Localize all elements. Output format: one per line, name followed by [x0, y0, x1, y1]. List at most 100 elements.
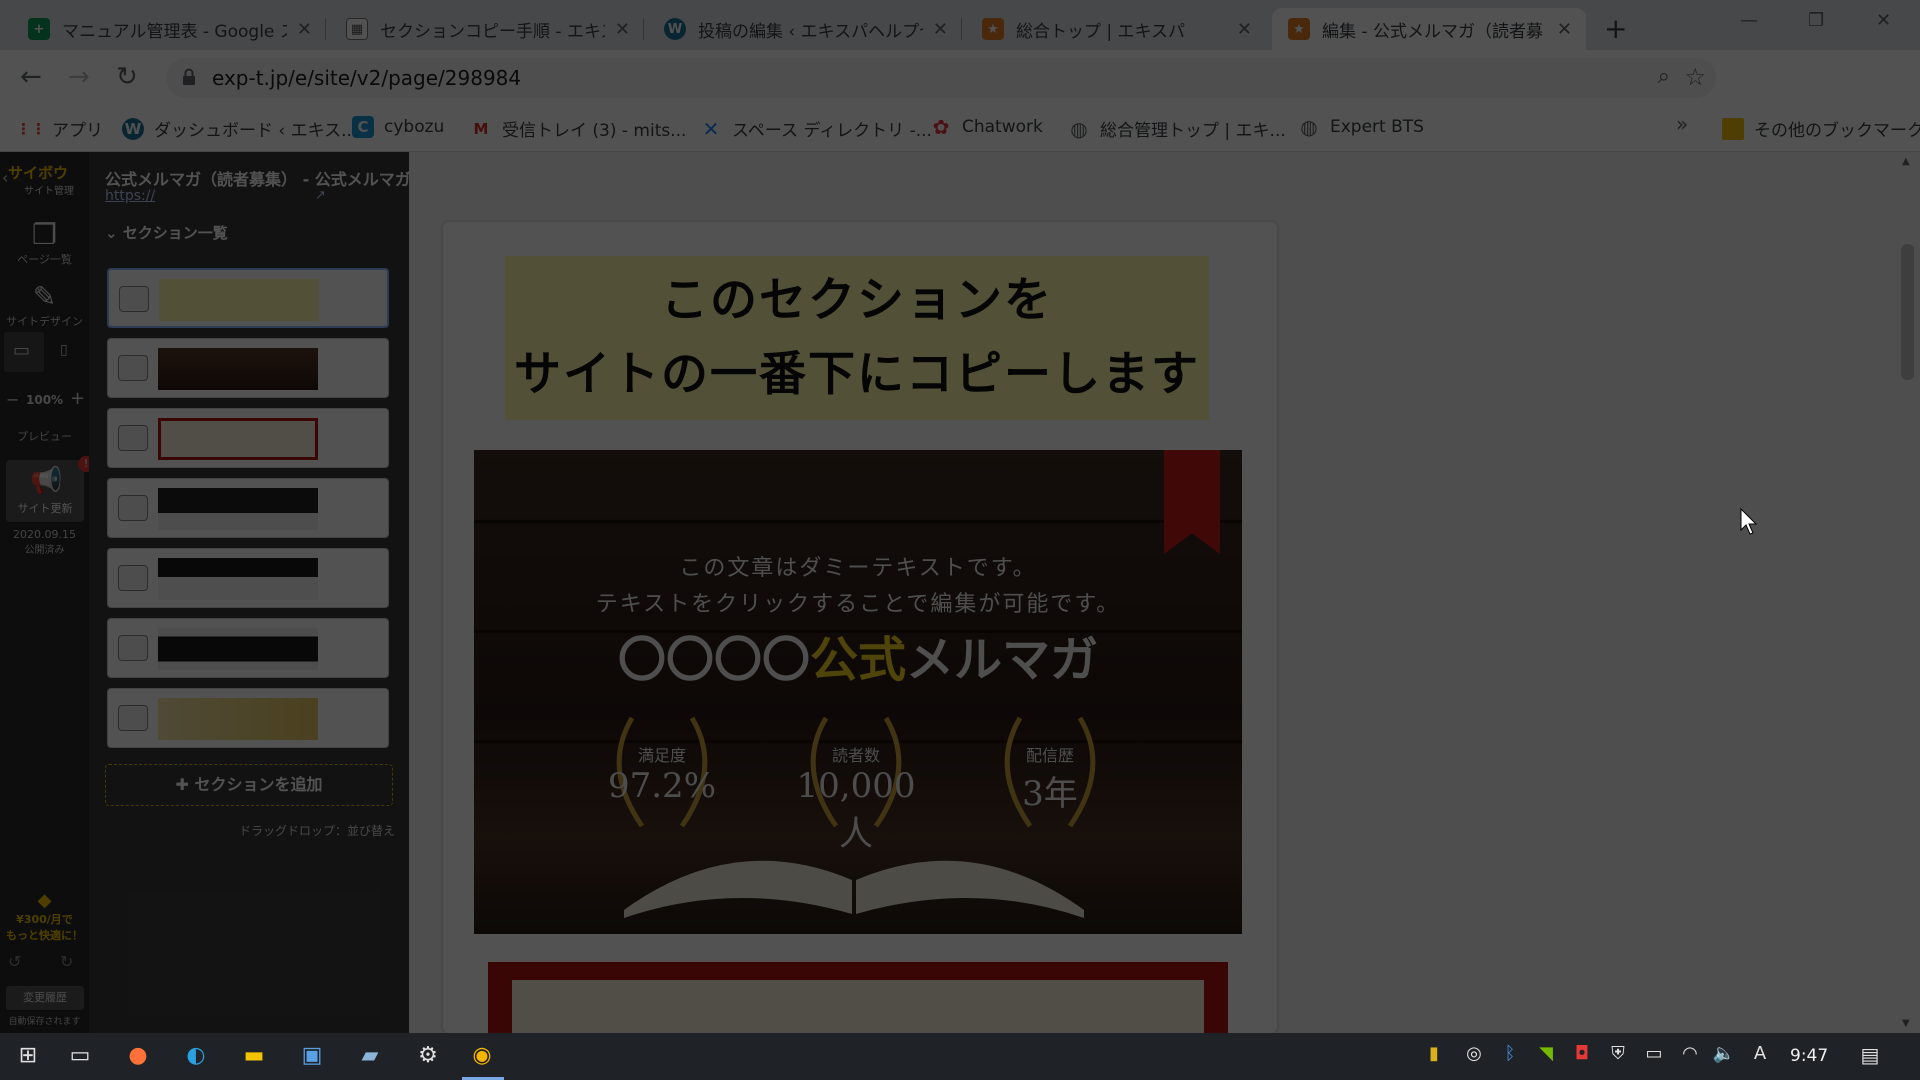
certificate-frame: [512, 980, 1204, 1033]
scrollbar[interactable]: ▲ ▼: [1895, 152, 1920, 1033]
hero-title[interactable]: 〇〇〇〇公式メルマガ: [474, 620, 1242, 690]
forward-icon[interactable]: →: [68, 62, 90, 92]
bookmarks-more-icon[interactable]: »: [1676, 112, 1688, 136]
redo-icon[interactable]: ↻: [60, 952, 73, 971]
site-update-button[interactable]: 📢 サイト更新 !: [6, 456, 94, 522]
bookmark-apps[interactable]: ⋮⋮ アプリ: [16, 116, 103, 142]
tab-spreadsheet[interactable]: + マニュアル管理表 - Google ス ✕: [12, 8, 326, 50]
hero-text-line-1[interactable]: この文章はダミーテキストです。: [474, 550, 1242, 582]
site-url-link[interactable]: https://: [105, 188, 155, 204]
section-list-title: セクション一覧: [122, 224, 228, 242]
close-icon[interactable]: ✕: [1557, 19, 1572, 40]
hero-title-placeholder: 〇〇〇〇: [617, 632, 810, 688]
cybozu-icon: C: [352, 116, 374, 138]
zoom-in-icon[interactable]: +: [70, 388, 85, 409]
settings-gear-icon[interactable]: ⚙: [414, 1043, 442, 1071]
hero-text-line-2[interactable]: テキストをクリックすることで編集が可能です。: [474, 586, 1242, 618]
page-preview: このセクションを サイトの一番下にコピーします この文章はダミーテキストです。 …: [443, 222, 1277, 1033]
notifications-icon[interactable]: ▤: [1856, 1043, 1884, 1071]
tray-shield-icon[interactable]: ▮: [1420, 1043, 1448, 1071]
external-link-icon[interactable]: ↗: [315, 188, 326, 203]
section-card[interactable]: [107, 268, 389, 328]
bookmark-dashboard[interactable]: W ダッシュボード ‹ エキス...: [122, 116, 357, 141]
megaphone-icon: 📢: [30, 466, 63, 496]
reload-icon[interactable]: ↻: [116, 62, 138, 92]
preview-button[interactable]: プレビュー: [0, 428, 89, 444]
windows-start-icon[interactable]: ⊞: [14, 1043, 42, 1071]
tray-app-icon[interactable]: ◘: [1568, 1043, 1596, 1071]
notepad-icon[interactable]: ▰: [356, 1043, 384, 1071]
bookmark-other-folder[interactable]: その他のブックマーク: [1722, 116, 1920, 141]
url-text[interactable]: exp-t.jp/e/site/v2/page/298984: [212, 66, 521, 90]
bookmark-star-icon[interactable]: ☆: [1684, 63, 1706, 91]
sidebar-item-design[interactable]: ✎ サイトデザイン: [0, 280, 89, 329]
bookmark-confluence[interactable]: ✕ スペース ディレクトリ -...: [700, 116, 932, 142]
device-desktop-toggle[interactable]: ▭: [4, 332, 44, 372]
open-book-image: [624, 860, 1084, 918]
security-icon[interactable]: ⛨: [1604, 1043, 1632, 1071]
back-icon[interactable]: ←: [20, 62, 42, 92]
section-card[interactable]: [107, 688, 389, 748]
history-button[interactable]: 変更履歴: [6, 986, 84, 1010]
clock[interactable]: 9:47: [1790, 1046, 1828, 1066]
section-card[interactable]: [107, 478, 389, 538]
bookmark-cybozu[interactable]: C cybozu: [352, 116, 444, 138]
close-icon[interactable]: ✕: [1237, 19, 1252, 40]
sidebar-item-pages[interactable]: ❐ ページ一覧: [0, 218, 89, 267]
section-thumbnail: [158, 698, 318, 740]
minimize-icon[interactable]: —: [1740, 10, 1758, 31]
add-section-button[interactable]: ✚ セクションを追加: [105, 764, 393, 806]
section-card[interactable]: [107, 548, 389, 608]
scroll-thumb[interactable]: [1901, 244, 1914, 380]
tab-title: セクションコピー手順 - エキスパ: [380, 21, 605, 42]
zoom-out-icon[interactable]: −: [6, 390, 19, 409]
section-thumbnail: [159, 279, 319, 321]
close-icon[interactable]: ✕: [615, 19, 630, 40]
new-tab-button[interactable]: +: [1604, 12, 1627, 45]
tray-network-icon[interactable]: ◎: [1460, 1043, 1488, 1071]
bookmark-gmail[interactable]: M 受信トレイ (3) - mits...: [470, 116, 687, 142]
section-list-header[interactable]: ⌄ セクション一覧: [105, 222, 228, 243]
nvidia-icon[interactable]: ◥: [1532, 1043, 1560, 1071]
tab-top[interactable]: ★ 総合トップ | エキスパ ✕: [966, 8, 1266, 50]
file-explorer-icon[interactable]: ▬: [240, 1043, 268, 1071]
firefox-icon[interactable]: ●: [124, 1043, 152, 1071]
edge-icon[interactable]: ◐: [182, 1043, 210, 1071]
window-close-icon[interactable]: ✕: [1876, 10, 1891, 31]
app-window-icon[interactable]: ▣: [298, 1043, 326, 1071]
zoom-icon[interactable]: ⌕: [1658, 64, 1670, 89]
mobile-icon[interactable]: ▯: [60, 342, 68, 358]
hero-section[interactable]: この文章はダミーテキストです。 テキストをクリックすることで編集が可能です。 〇…: [474, 450, 1242, 934]
stat-value: 3年: [1022, 774, 1078, 814]
section-card[interactable]: [107, 338, 389, 398]
stat-label: 満足度: [637, 746, 686, 765]
scroll-down-icon[interactable]: ▼: [1902, 1018, 1910, 1029]
tab-edit-active[interactable]: ★ 編集 - 公式メルマガ（読者募 ✕: [1272, 8, 1586, 50]
scroll-up-icon[interactable]: ▲: [1902, 156, 1910, 167]
bluetooth-icon[interactable]: ᛒ: [1496, 1043, 1524, 1071]
ime-icon[interactable]: A: [1746, 1043, 1774, 1071]
volume-icon[interactable]: 🔈: [1710, 1043, 1738, 1071]
bookmark-chatwork[interactable]: ✿ Chatwork: [930, 115, 1043, 139]
bookmark-expert-bts[interactable]: ◍ Expert BTS: [1298, 115, 1424, 139]
chrome-icon[interactable]: ◉: [468, 1043, 496, 1071]
tab-post-edit[interactable]: W 投稿の編集 ‹ エキスパヘルプセ ✕: [648, 8, 962, 50]
stat-label: 読者数: [831, 746, 880, 765]
bookmark-admin-top[interactable]: ◍ 総合管理トップ | エキ...: [1068, 116, 1285, 142]
desktop-mobile-icon: [118, 355, 148, 381]
battery-icon[interactable]: ▭: [1640, 1043, 1668, 1071]
task-view-icon[interactable]: ▭: [66, 1043, 94, 1071]
section-card[interactable]: [107, 618, 389, 678]
undo-icon[interactable]: ↺: [8, 952, 21, 971]
close-icon[interactable]: ✕: [297, 19, 312, 40]
tab-section-copy[interactable]: ▦ セクションコピー手順 - エキスパ ✕: [330, 8, 644, 50]
close-icon[interactable]: ✕: [933, 19, 948, 40]
address-bar[interactable]: exp-t.jp/e/site/v2/page/298984 ⌕ ☆: [166, 58, 1716, 98]
section-card[interactable]: [107, 408, 389, 468]
restore-icon[interactable]: ❐: [1808, 10, 1824, 31]
next-section[interactable]: [488, 962, 1228, 1033]
upgrade-promo[interactable]: ◆ ¥300/月で もっと快適に！: [0, 890, 89, 943]
wifi-icon[interactable]: ◠: [1676, 1043, 1704, 1071]
copy-section-banner[interactable]: このセクションを サイトの一番下にコピーします: [505, 256, 1209, 420]
banner-line-2: サイトの一番下にコピーします: [514, 347, 1200, 402]
